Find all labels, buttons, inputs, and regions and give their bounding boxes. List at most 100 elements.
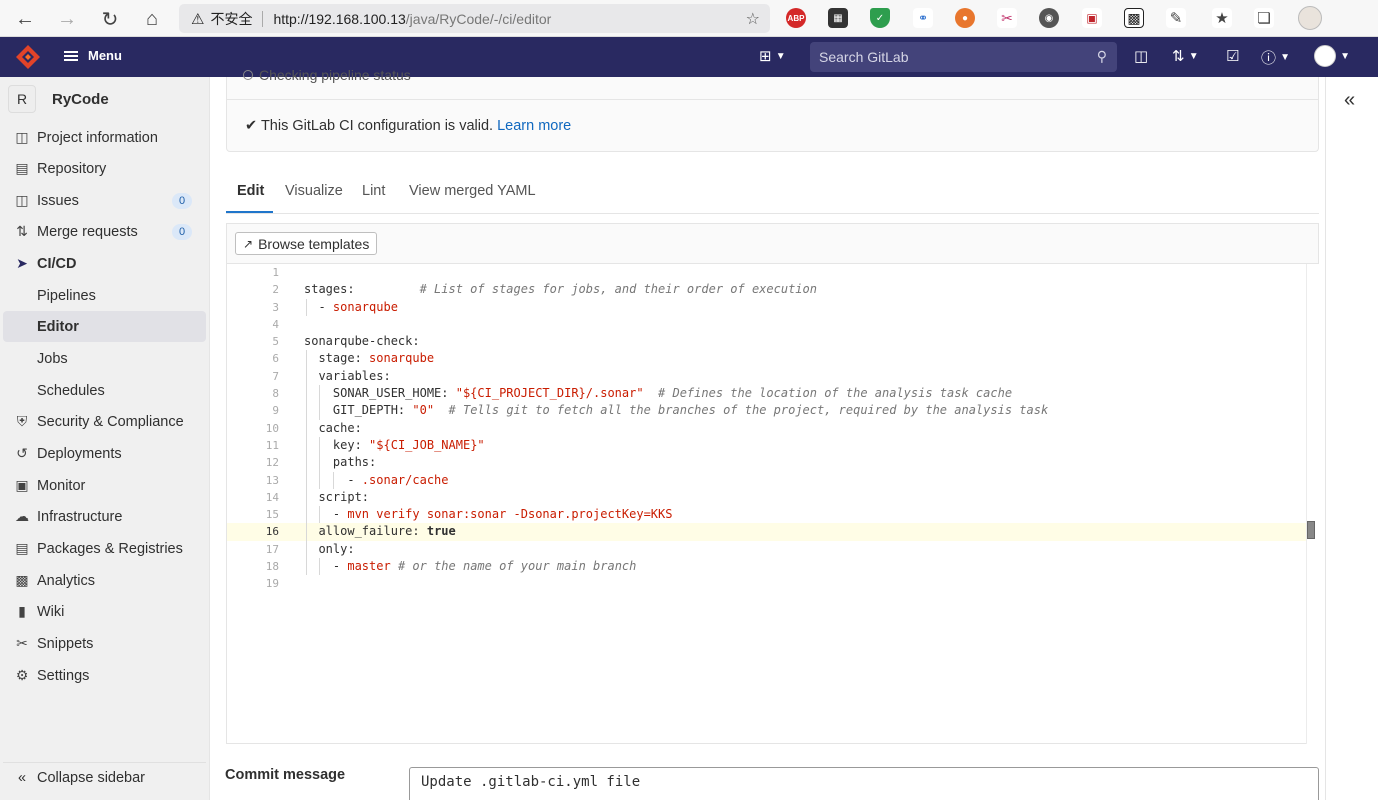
editor-scrollbar[interactable] — [1306, 264, 1319, 744]
code-line: 12 paths: — [227, 454, 1306, 472]
code-line: 4 — [227, 316, 1306, 333]
gitlab-logo-icon[interactable] — [14, 43, 42, 71]
tab-lint[interactable]: Lint — [362, 183, 385, 199]
owl-icon[interactable]: ◉ — [1039, 8, 1059, 28]
shield-icon[interactable]: ✓ — [870, 8, 890, 28]
sidebar-item-label: Analytics — [37, 572, 96, 589]
collections-icon[interactable]: ❏ — [1254, 8, 1274, 28]
sidebar-item-ci-cd[interactable]: ➤ CI/CD — [3, 248, 206, 279]
url-host: http://192.168.100.13 — [273, 10, 406, 27]
menu-label: Menu — [88, 48, 122, 63]
sidebar-item-merge-requests[interactable]: ⇅ Merge requests 0 — [3, 216, 206, 247]
project-avatar: R — [8, 85, 36, 113]
sidebar-item-project-information[interactable]: ◫ Project information — [3, 122, 206, 153]
screen-icon[interactable]: ▣ — [1082, 8, 1102, 28]
user-avatar[interactable]: ▼ — [1314, 45, 1350, 67]
line-number: 7 — [272, 369, 279, 383]
address-divider — [262, 10, 264, 27]
learn-more-link[interactable]: Learn more — [497, 118, 571, 134]
back-arrow-icon[interactable]: ← — [12, 6, 38, 32]
scissors-icon[interactable]: ✂ — [997, 8, 1017, 28]
create-new-icon[interactable]: ⊞ ▼ — [759, 47, 786, 65]
commit-message-input[interactable]: Update .gitlab-ci.yml file — [409, 767, 1319, 800]
gitlab-header: Menu ⊞ ▼ Search GitLab ⚲ ◫ ⇅ ▼ ☑ ⓘ ▼ ▼ — [0, 37, 1378, 77]
code-line: 15 - mvn verify sonar:sonar -Dsonar.proj… — [227, 506, 1306, 524]
active-tab-indicator — [226, 211, 273, 213]
code-line: 1 — [227, 264, 1306, 281]
sidebar-item-analytics[interactable]: ▩ Analytics — [3, 565, 206, 596]
fox-icon[interactable]: ● — [955, 8, 975, 28]
sidebar-item-label: Merge requests — [37, 223, 138, 240]
code-editor[interactable]: 1 2 stages: # List of stages for jobs, an… — [227, 264, 1306, 593]
favorites-icon[interactable]: ★ — [1212, 8, 1232, 28]
sidebar-item-pipelines[interactable]: Pipelines — [3, 280, 206, 311]
menu-button[interactable]: Menu — [64, 48, 122, 63]
info-doc-icon: ◫ — [15, 129, 29, 145]
sidebar-item-label: Editor — [37, 318, 79, 335]
code-line: 9 GIT_DEPTH: "0" # Tells git to fetch al… — [227, 402, 1306, 420]
sidebar-item-label: Infrastructure — [37, 508, 123, 525]
code-text: SONAR_USER_HOME: "${CI_PROJECT_DIR}/.son… — [304, 385, 1012, 402]
yaml-key: key: — [332, 437, 362, 452]
issues-icon[interactable]: ◫ — [1134, 47, 1148, 65]
add-favorite-icon[interactable]: ☆ — [746, 9, 760, 29]
yaml-comment: # or the name of your main branch — [397, 559, 637, 574]
sidebar-item-label: Packages & Registries — [37, 540, 183, 557]
sidebar-item-settings[interactable]: ⚙ Settings — [3, 660, 206, 691]
sidebar-item-label: Project information — [37, 129, 158, 146]
sidebar-item-label: Issues — [37, 192, 79, 209]
sidebar-item-packages-registries[interactable]: ▤ Packages & Registries — [3, 533, 206, 564]
double-chevron-left-icon[interactable]: « — [1344, 89, 1355, 112]
search-input[interactable]: Search GitLab ⚲ — [810, 42, 1117, 72]
abp-icon[interactable]: ABP — [786, 8, 806, 28]
collapse-sidebar-button[interactable]: « Collapse sidebar — [3, 762, 206, 792]
merge-requests-count-badge: 0 — [172, 224, 192, 240]
line-number: 1 — [272, 266, 279, 279]
yaml-comment: # Defines the location of the analysis t… — [658, 386, 1013, 401]
home-icon[interactable]: ⌂ — [139, 6, 165, 32]
sidebar-item-schedules[interactable]: Schedules — [3, 375, 206, 406]
sidebar-item-editor[interactable]: Editor — [3, 311, 206, 342]
merge-request-icon[interactable]: ⇅ ▼ — [1172, 47, 1199, 65]
pipeline-status-text: Checking pipeline status — [243, 67, 411, 83]
code-line: 2 stages: # List of stages for jobs, and … — [227, 281, 1306, 298]
help-icon[interactable]: ⓘ ▼ — [1261, 47, 1290, 68]
qr-scan-icon[interactable]: ▩ — [1124, 8, 1144, 28]
profile-avatar[interactable] — [1298, 6, 1322, 30]
sidebar-item-monitor[interactable]: ▣ Monitor — [3, 470, 206, 501]
code-line: 11 key: "${CI_JOB_NAME}" — [227, 436, 1306, 455]
line-number: 12 — [265, 456, 279, 470]
qr-icon[interactable]: ▦ — [828, 8, 848, 28]
code-line: 18 - master # or the name of your main b… — [227, 558, 1306, 576]
sidebar-item-deployments[interactable]: ↺ Deployments — [3, 438, 206, 469]
translate-icon[interactable]: ⚭ — [913, 8, 933, 28]
line-number: 8 — [272, 387, 279, 401]
sidebar-item-label: Schedules — [37, 382, 105, 399]
tab-edit[interactable]: Edit — [237, 183, 264, 199]
forward-arrow-icon[interactable]: → — [54, 6, 80, 32]
line-number: 19 — [265, 577, 279, 591]
sidebar-item-issues[interactable]: ◫ Issues 0 — [3, 185, 206, 216]
puzzle-icon[interactable]: ✎ — [1166, 8, 1186, 28]
deploy-icon: ↺ — [16, 445, 28, 461]
browse-templates-button[interactable]: ↗ Browse templates — [235, 232, 378, 255]
sidebar-item-wiki[interactable]: ▮ Wiki — [3, 596, 206, 627]
address-bar[interactable]: ⚠ 不安全 http://192.168.100.13/java/RyCode/… — [179, 4, 770, 33]
yaml-comment: # Tells git to fetch all the branches of… — [448, 403, 1049, 418]
sidebar-item-repository[interactable]: ▤ Repository — [3, 153, 206, 184]
line-number: 17 — [265, 542, 279, 556]
sidebar-item-security-compliance[interactable]: ⛨ Security & Compliance — [3, 406, 206, 437]
sidebar-item-infrastructure[interactable]: ☁ Infrastructure — [3, 501, 206, 532]
yaml-key: stages: — [304, 282, 355, 297]
code-text: - sonarqube — [304, 299, 398, 314]
tab-view-merged-yaml[interactable]: View merged YAML — [409, 183, 536, 199]
reload-icon[interactable]: ↻ — [97, 6, 123, 32]
code-text: stages: # List of stages for jobs, and t… — [304, 281, 817, 298]
project-header[interactable]: R RyCode — [8, 85, 109, 113]
sidebar-item-jobs[interactable]: Jobs — [3, 343, 206, 374]
line-number: 9 — [272, 404, 279, 418]
sidebar-item-snippets[interactable]: ✂ Snippets — [3, 628, 206, 659]
insecure-label: 不安全 — [210, 10, 253, 27]
todo-icon[interactable]: ☑ — [1226, 47, 1239, 65]
tab-visualize[interactable]: Visualize — [285, 183, 343, 199]
